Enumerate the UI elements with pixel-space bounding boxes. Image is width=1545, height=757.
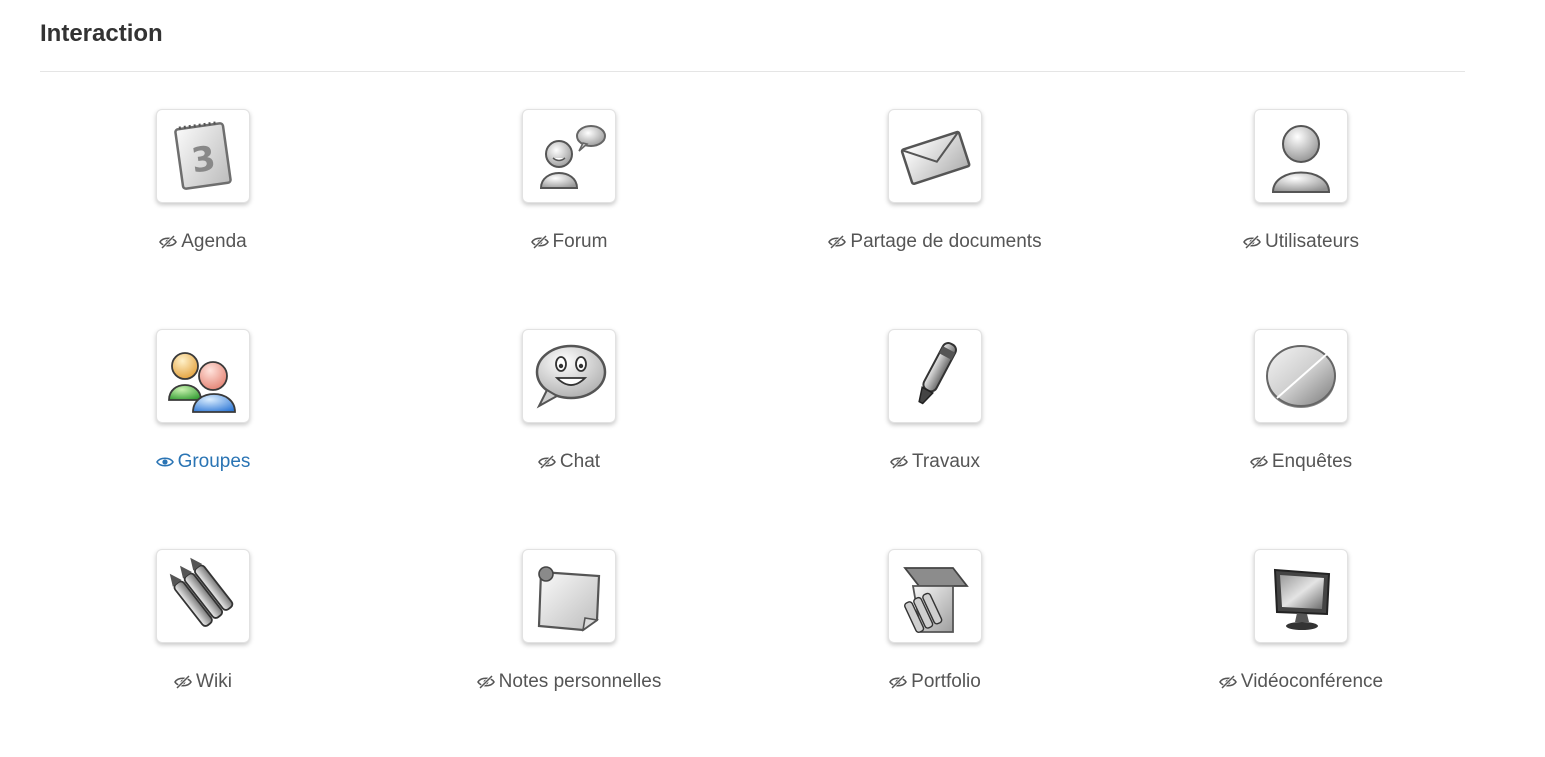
- eye-slash-icon: [476, 675, 495, 689]
- tool-notes-personnelles[interactable]: Notes personnelles: [386, 549, 752, 757]
- eye-slash-icon: [828, 235, 847, 249]
- monitor-icon: [1273, 568, 1331, 630]
- tool-name: Travaux: [912, 451, 980, 472]
- smiley-speech-bubble-icon: [535, 344, 607, 409]
- tool-wiki[interactable]: Wiki: [20, 549, 386, 757]
- eye-icon: [155, 457, 174, 467]
- tool-label[interactable]: Wiki: [174, 671, 232, 693]
- tool-label[interactable]: Partage de documents: [828, 231, 1042, 253]
- tool-utilisateurs[interactable]: Utilisateurs: [1118, 109, 1484, 329]
- tool-icon-box[interactable]: 3: [156, 109, 250, 203]
- marker-pen-icon: [918, 342, 957, 405]
- tool-groupes[interactable]: Groupes: [20, 329, 386, 549]
- tool-icon-box[interactable]: [1254, 549, 1348, 643]
- tool-icon-box[interactable]: [156, 329, 250, 423]
- sticky-note-icon: [537, 566, 601, 632]
- eye-slash-icon: [890, 455, 908, 469]
- tool-icon-box[interactable]: [888, 329, 982, 423]
- tool-name: Chat: [559, 451, 601, 472]
- user-icon: [1271, 125, 1331, 193]
- tool-label[interactable]: Travaux: [890, 451, 980, 473]
- tool-icon-box[interactable]: [1254, 329, 1348, 423]
- tool-name: Utilisateurs: [1265, 231, 1359, 252]
- tool-label[interactable]: Groupes: [155, 451, 251, 473]
- calendar-icon: 3: [174, 121, 232, 190]
- tool-name: Groupes: [177, 451, 251, 472]
- tool-icon-box[interactable]: [522, 329, 616, 423]
- pie-chart-icon: [1266, 345, 1336, 408]
- tool-portfolio[interactable]: Portfolio: [752, 549, 1118, 757]
- group-users-icon: [168, 352, 236, 413]
- tool-label[interactable]: Chat: [537, 451, 601, 473]
- eye-slash-icon: [174, 675, 192, 689]
- tool-partage-de-documents[interactable]: Partage de documents: [752, 109, 1118, 329]
- tool-label[interactable]: Portfolio: [889, 671, 981, 693]
- tool-agenda[interactable]: 3 Agenda: [20, 109, 386, 329]
- tool-icon-box[interactable]: [156, 549, 250, 643]
- tool-label[interactable]: Forum: [530, 231, 608, 253]
- tool-name: Portfolio: [911, 671, 981, 692]
- tool-label[interactable]: Notes personnelles: [476, 671, 662, 693]
- envelope-icon: [900, 130, 971, 186]
- eye-slash-icon: [1243, 235, 1261, 249]
- tool-label[interactable]: Utilisateurs: [1243, 231, 1359, 253]
- tool-label[interactable]: Agenda: [159, 231, 247, 253]
- tools-page: Interaction 3 Agenda Forum Partage de do…: [0, 0, 1545, 757]
- section-title: Interaction: [40, 20, 163, 47]
- tool-name: Forum: [552, 231, 608, 252]
- tools-grid: 3 Agenda Forum Partage de documents Util…: [20, 109, 1485, 757]
- tool-icon-box[interactable]: [888, 109, 982, 203]
- tool-label[interactable]: Vidéoconférence: [1218, 671, 1384, 693]
- tool-name: Partage de documents: [850, 231, 1042, 252]
- tool-chat[interactable]: Chat: [386, 329, 752, 549]
- tool-name: Agenda: [181, 231, 247, 252]
- tool-name: Notes personnelles: [498, 671, 662, 692]
- tool-forum[interactable]: Forum: [386, 109, 752, 329]
- tool-icon-box[interactable]: [888, 549, 982, 643]
- eye-slash-icon: [159, 235, 178, 249]
- eye-slash-icon: [530, 235, 549, 249]
- tool-icon-box[interactable]: [522, 109, 616, 203]
- tool-videoconference[interactable]: Vidéoconférence: [1118, 549, 1484, 757]
- tool-icon-box[interactable]: [522, 549, 616, 643]
- eye-slash-icon: [889, 675, 908, 689]
- tool-label[interactable]: Enquêtes: [1249, 451, 1353, 473]
- tool-name: Wiki: [196, 671, 232, 692]
- eye-slash-icon: [1249, 455, 1268, 469]
- tool-name: Vidéoconférence: [1240, 671, 1384, 692]
- pencils-icon: [169, 557, 234, 627]
- eye-slash-icon: [537, 455, 556, 469]
- tool-enquetes[interactable]: Enquêtes: [1118, 329, 1484, 549]
- tool-name: Enquêtes: [1271, 451, 1353, 472]
- portfolio-icon: [903, 567, 969, 633]
- eye-slash-icon: [1218, 675, 1237, 689]
- forum-user-speech-icon: [539, 125, 606, 189]
- tool-icon-box[interactable]: [1254, 109, 1348, 203]
- tool-travaux[interactable]: Travaux: [752, 329, 1118, 549]
- section-divider: [40, 71, 1465, 72]
